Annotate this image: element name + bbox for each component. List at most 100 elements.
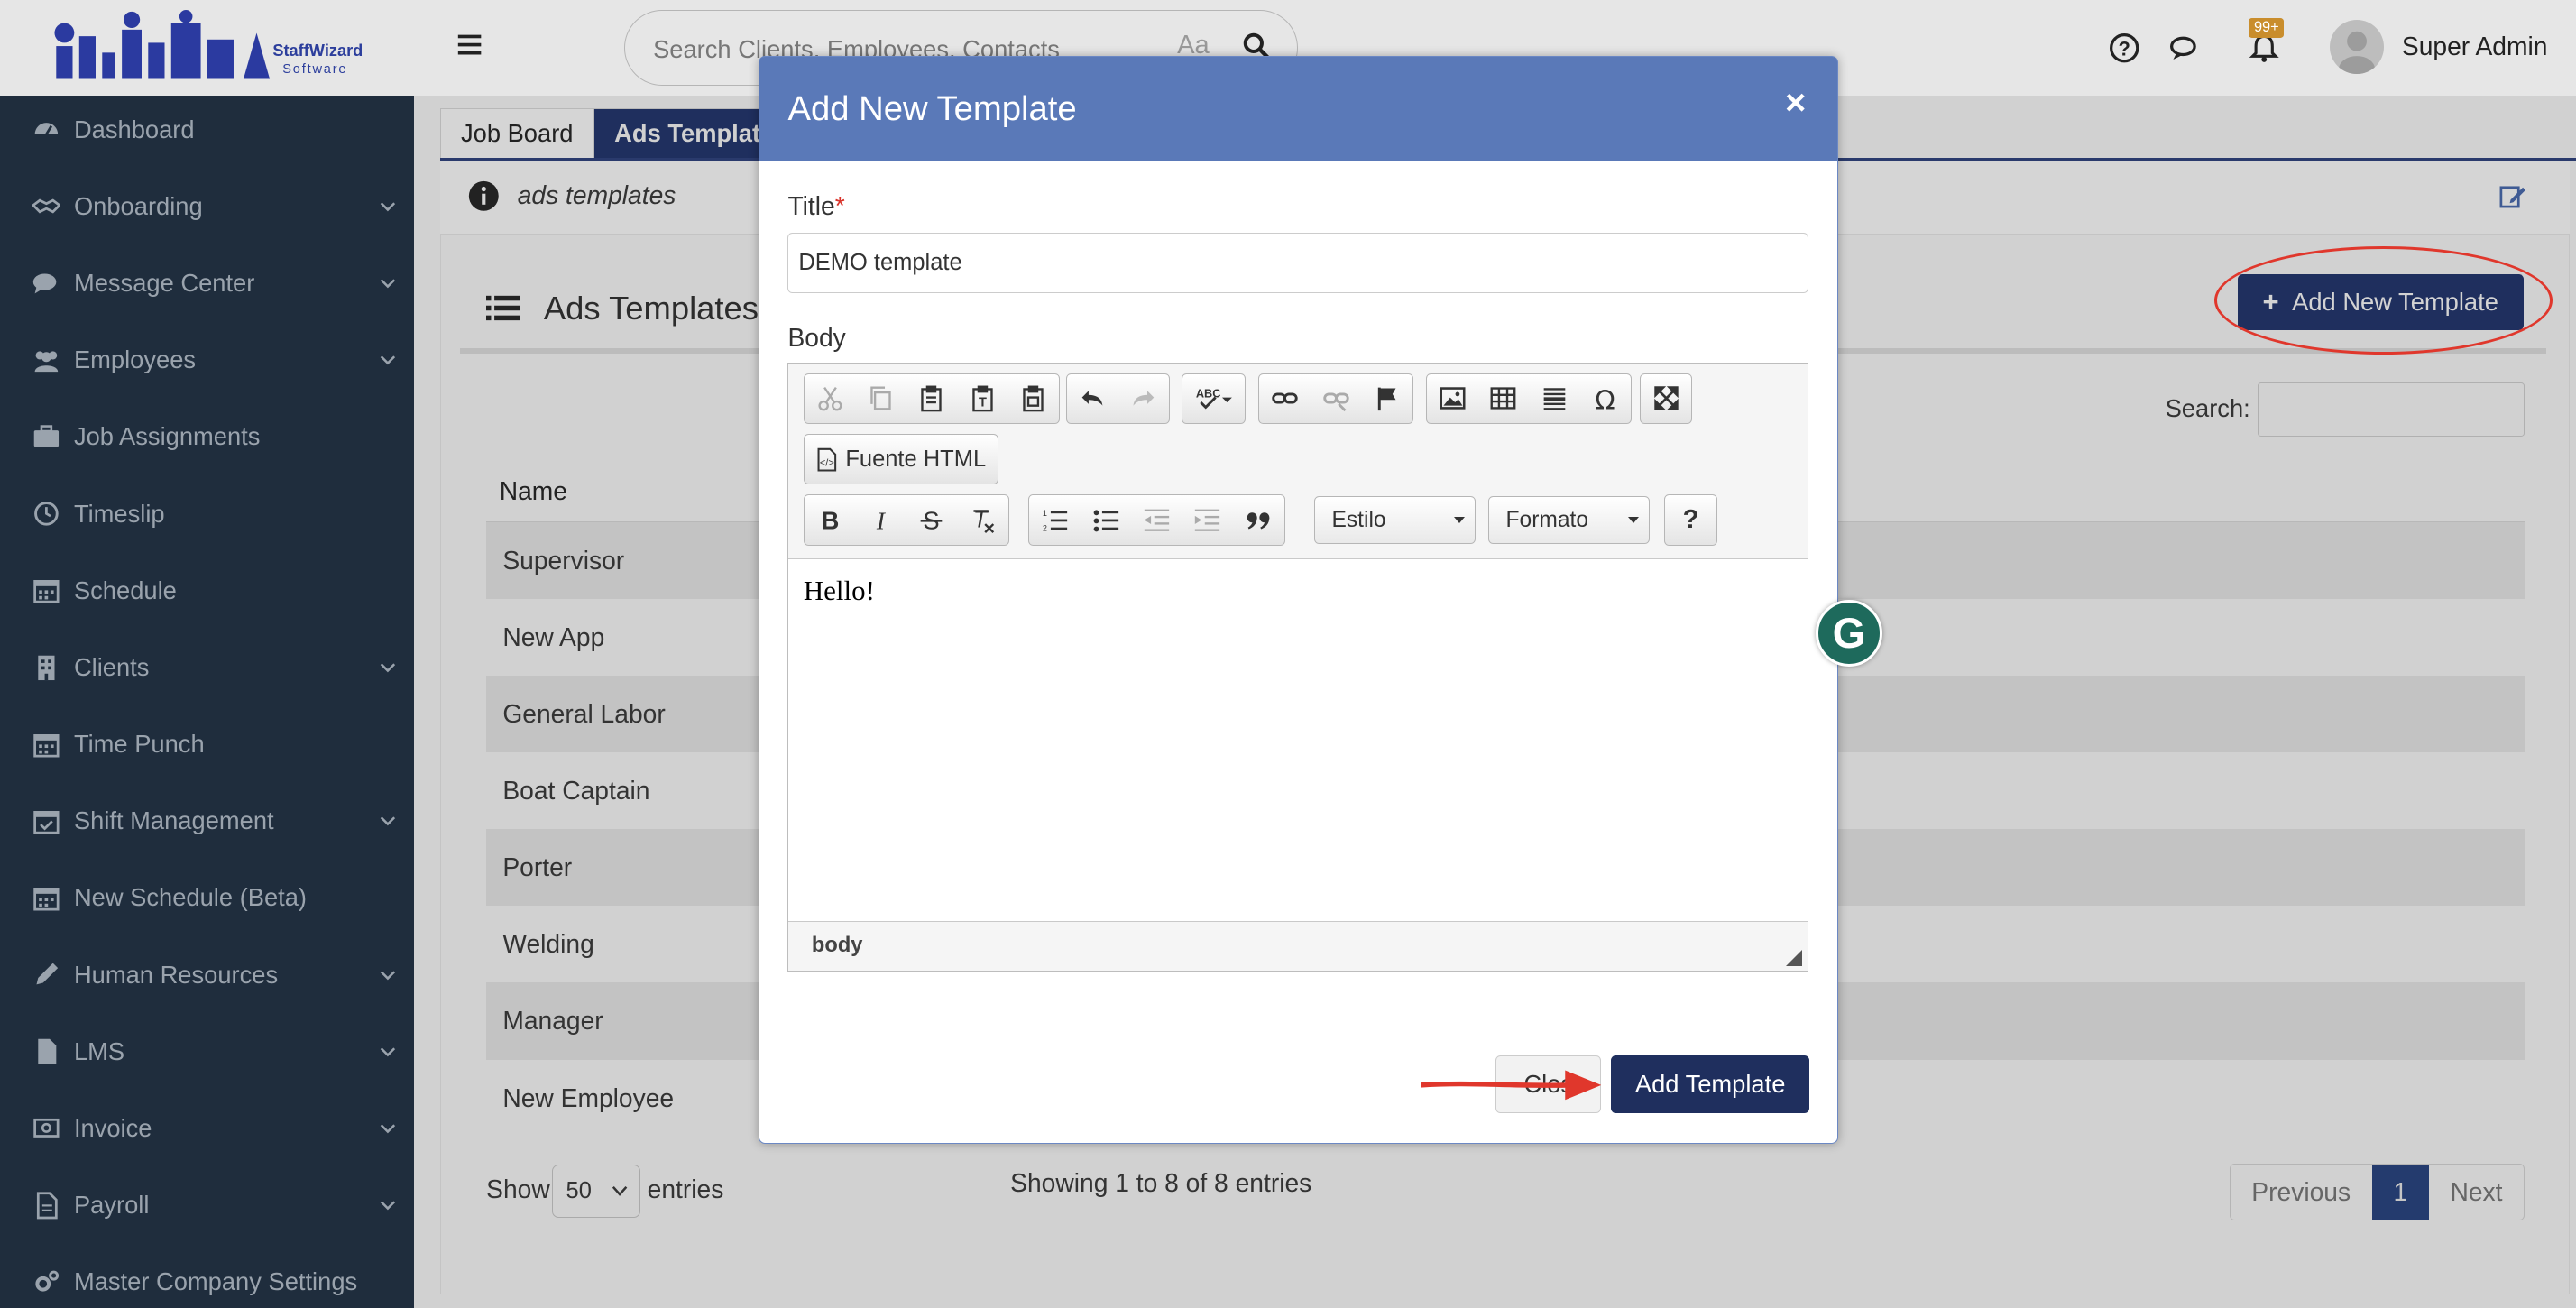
sidebar-item-lms[interactable]: LMS — [0, 1014, 414, 1090]
rich-text-editor: T ABC Ω </> Fuente HTML B I S T 1 2 Esti… — [787, 362, 1808, 972]
redo-icon[interactable] — [1118, 374, 1169, 422]
comments-icon — [32, 269, 61, 299]
sidebar-item-payroll[interactable]: Payroll — [0, 1167, 414, 1243]
sidebar-item-label: Timeslip — [73, 499, 165, 528]
sidebar-item-timeslip[interactable]: Timeslip — [0, 476, 414, 552]
sidebar-item-label: Invoice — [73, 1113, 152, 1142]
sidebar-item-label: LMS — [73, 1036, 125, 1065]
template-name-cell: General Labor — [502, 699, 666, 729]
sidebar-item-label: Shift Management — [73, 806, 274, 835]
search-icon[interactable] — [1243, 32, 1269, 59]
app-logo[interactable]: StaffWizard Software — [0, 0, 414, 96]
template-name-cell: Supervisor — [502, 546, 625, 576]
user-name[interactable]: Super Admin — [2402, 32, 2548, 61]
template-name-cell: New App — [502, 622, 605, 652]
sidebar-item-label: Message Center — [73, 269, 255, 298]
sidebar-item-job-assignments[interactable]: Job Assignments — [0, 400, 414, 475]
table-search-label: Search: — [2165, 394, 2250, 423]
undo-icon[interactable] — [1067, 374, 1118, 422]
sidebar-item-dashboard[interactable]: Dashboard — [0, 92, 414, 168]
source-html-button[interactable]: </> Fuente HTML — [803, 434, 998, 485]
blockquote-icon[interactable] — [1233, 496, 1283, 544]
toolbar-undo-group — [1066, 373, 1171, 425]
bullet-list-icon[interactable] — [1081, 496, 1131, 544]
format-dropdown[interactable]: Formato — [1488, 496, 1650, 545]
svg-text:?: ? — [2118, 37, 2130, 60]
copy-icon[interactable] — [855, 374, 906, 422]
add-template-button[interactable]: Add Template — [1610, 1055, 1810, 1114]
sidebar-item-schedule[interactable]: Schedule — [0, 553, 414, 629]
remove-format-icon[interactable]: T — [957, 496, 1007, 544]
sidebar-item-new-schedule-beta[interactable]: New Schedule (Beta) — [0, 861, 414, 936]
hamburger-menu-icon[interactable] — [456, 32, 483, 58]
sidebar-item-label: Master Company Settings — [73, 1267, 358, 1296]
toolbar-insert-group: Ω — [1426, 373, 1632, 425]
sidebar-item-invoice[interactable]: Invoice — [0, 1091, 414, 1166]
editor-content-area[interactable]: Hello! — [788, 558, 1808, 922]
outdent-icon[interactable] — [1131, 496, 1182, 544]
indent-icon[interactable] — [1182, 496, 1233, 544]
help-button[interactable]: ? — [1665, 496, 1716, 544]
sidebar-item-message-center[interactable]: Message Center — [0, 245, 414, 321]
next-page-button[interactable]: Next — [2429, 1165, 2524, 1220]
strikethrough-icon[interactable]: S — [906, 496, 957, 544]
pencil-icon — [32, 960, 61, 990]
table-search-input[interactable] — [2257, 382, 2525, 438]
chevron-down-icon — [380, 816, 396, 826]
special-character-icon[interactable]: Ω — [1580, 374, 1631, 422]
sidebar-item-label: Dashboard — [73, 115, 195, 143]
resize-grip-icon[interactable] — [1786, 949, 1803, 966]
calendar-icon — [32, 883, 61, 913]
clock-icon — [32, 499, 61, 529]
tab-ads-templates[interactable]: Ads Templat — [593, 108, 781, 160]
sidebar-item-shift-management[interactable]: Shift Management — [0, 783, 414, 859]
list-icon — [486, 295, 521, 321]
user-avatar[interactable] — [2329, 19, 2384, 74]
horizontal-line-icon[interactable] — [1529, 374, 1579, 422]
cut-icon[interactable] — [805, 374, 855, 422]
unlink-icon[interactable] — [1311, 374, 1361, 422]
bold-icon[interactable]: B — [805, 496, 855, 544]
page-1-button[interactable]: 1 — [2371, 1164, 2429, 1220]
element-path[interactable]: body — [812, 934, 863, 958]
anchor-flag-icon[interactable] — [1361, 374, 1412, 422]
chevron-down-icon — [380, 1124, 396, 1134]
previous-page-button[interactable]: Previous — [2231, 1165, 2372, 1220]
table-icon[interactable] — [1478, 374, 1529, 422]
showing-entries-text: Showing 1 to 8 of 8 entries — [1010, 1168, 1312, 1197]
svg-text:T: T — [979, 396, 987, 410]
sidebar-item-label: Employees — [73, 345, 197, 374]
sidebar-item-human-resources[interactable]: Human Resources — [0, 937, 414, 1013]
required-asterisk: * — [834, 191, 845, 221]
tab-job-board[interactable]: Job Board — [440, 108, 594, 160]
image-icon[interactable] — [1427, 374, 1477, 422]
link-icon[interactable] — [1259, 374, 1310, 422]
style-dropdown[interactable]: Estilo — [1314, 496, 1476, 545]
sidebar-item-master-company-settings[interactable]: Master Company Settings — [0, 1244, 414, 1308]
paste-word-icon[interactable] — [1008, 374, 1059, 422]
sidebar-item-clients[interactable]: Clients — [0, 630, 414, 705]
sidebar-item-time-punch[interactable]: Time Punch — [0, 706, 414, 782]
title-input[interactable]: DEMO template — [787, 232, 1808, 294]
title-field-label: Title* — [787, 191, 844, 221]
sidebar-item-employees[interactable]: Employees — [0, 322, 414, 398]
paste-text-icon[interactable]: T — [957, 374, 1007, 422]
page-size-select[interactable]: 50 — [551, 1165, 641, 1218]
help-icon[interactable]: ? — [2108, 32, 2140, 64]
sidebar-item-label: Job Assignments — [73, 422, 261, 451]
sidebar-item-onboarding[interactable]: Onboarding — [0, 169, 414, 244]
numbered-list-icon[interactable]: 12 — [1029, 496, 1080, 544]
maximize-icon[interactable] — [1641, 374, 1691, 422]
toolbar-link-group — [1258, 373, 1413, 425]
page-size-value: 50 — [566, 1178, 592, 1203]
sidebar-item-label: Human Resources — [73, 960, 279, 989]
caret-down-icon — [1627, 517, 1639, 524]
template-name-cell: Welding — [502, 929, 594, 959]
paste-icon[interactable] — [906, 374, 957, 422]
modal-close-icon[interactable]: × — [1785, 85, 1806, 121]
chat-icon[interactable] — [2168, 32, 2201, 64]
spellcheck-icon[interactable]: ABC — [1182, 374, 1245, 422]
italic-icon[interactable]: I — [855, 496, 906, 544]
edit-icon[interactable] — [2498, 182, 2526, 210]
user-silhouette-icon — [2338, 31, 2375, 74]
